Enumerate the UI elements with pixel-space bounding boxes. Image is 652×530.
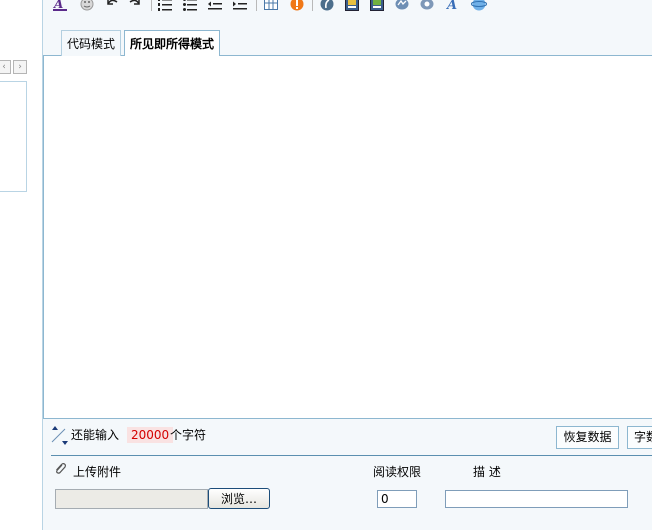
remaining-chars-prefix: 还能输入 [71,428,120,442]
read-permission-label: 阅读权限 [373,465,422,479]
toolbar-separator [151,0,152,11]
left-sidebar-fragment: ‹ › [0,0,43,530]
globe-icon[interactable] [471,0,487,11]
resize-arrows-icon[interactable] [51,425,69,445]
redo-icon[interactable] [128,0,142,11]
editor-status-bar: 还能输入 20000 个字符 恢复数据 字数检查 [43,418,652,456]
prev-page-button[interactable]: ‹ [0,60,11,74]
outdent-icon[interactable] [208,0,222,11]
svg-text:A: A [446,0,457,11]
unordered-list-icon[interactable] [183,0,197,11]
upload-attachment-label: 上传附件 [73,465,122,479]
file-path-field[interactable] [55,489,208,509]
paperclip-icon [56,463,66,474]
editor-toolbar: A A [43,0,652,16]
toolbar-separator [256,0,257,11]
left-list-box [0,81,27,192]
font-color-icon[interactable]: A [53,0,67,11]
media-icon[interactable] [345,0,359,11]
toolbar-separator [312,0,313,11]
ordered-list-icon[interactable] [158,0,172,11]
description-input[interactable] [445,490,628,508]
restore-data-button[interactable]: 恢复数据 [556,426,619,449]
table-icon[interactable] [264,0,278,11]
rich-text-editor: A A 代码模式 所见即所得模式 还能输入 20000 个字符 恢复数据 字 上… [43,0,652,530]
quicktime-icon[interactable] [420,0,434,11]
description-label: 描 述 [473,465,501,479]
read-permission-input[interactable] [377,490,417,508]
flash-icon[interactable] [320,0,334,11]
next-page-button[interactable]: › [13,60,27,74]
undo-icon[interactable] [105,0,119,11]
remaining-chars-count: 20000 [127,427,174,443]
remaining-chars-suffix: 个字符 [170,428,207,442]
wmv-icon[interactable] [395,0,409,11]
text-style-icon[interactable]: A [446,0,460,11]
editor-content-area[interactable] [43,56,652,418]
indent-icon[interactable] [233,0,247,11]
word-count-button[interactable]: 字数检查 [627,426,652,449]
browse-button[interactable]: 浏览… [208,488,270,509]
editor-mode-tabs: 代码模式 所见即所得模式 [43,28,652,57]
real-media-icon[interactable] [370,0,384,11]
emoticon-icon[interactable] [80,0,94,11]
tab-code-mode[interactable]: 代码模式 [61,30,122,56]
tab-wysiwyg-mode[interactable]: 所见即所得模式 [124,30,221,57]
attachment-section: 上传附件 阅读权限 描 述 浏览… [43,456,652,530]
info-icon[interactable] [290,0,304,11]
